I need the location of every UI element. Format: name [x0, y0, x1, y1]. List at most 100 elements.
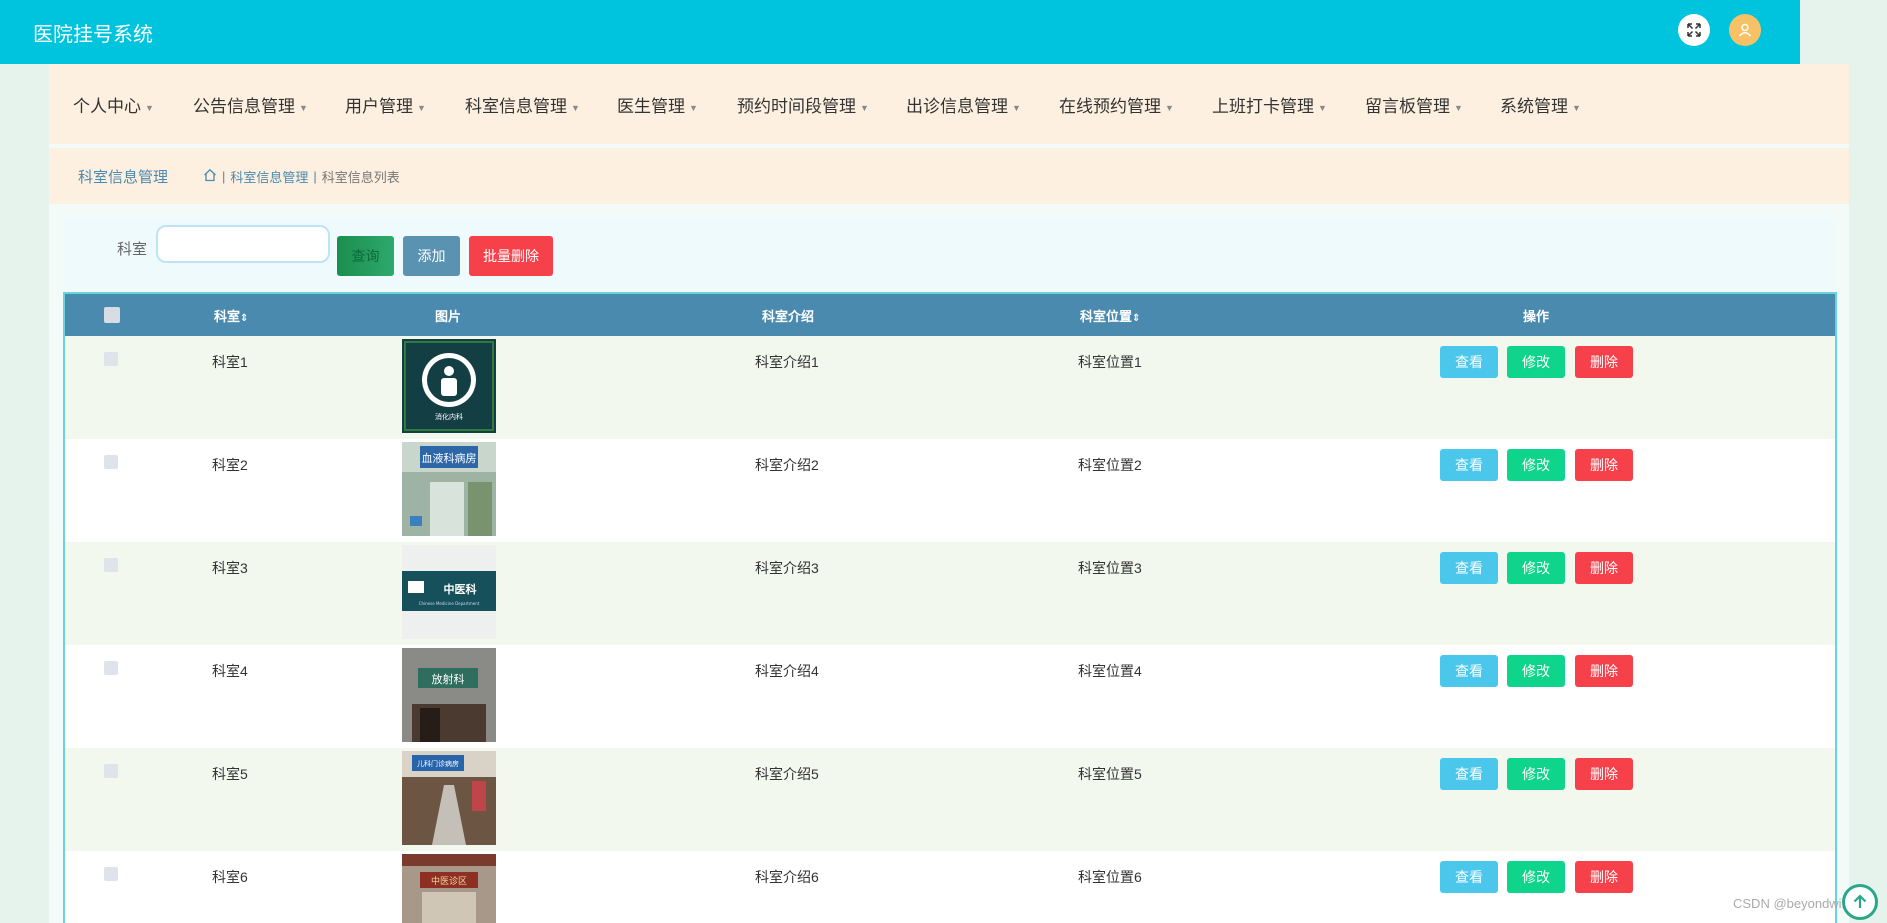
delete-button[interactable]: 删除 [1575, 758, 1633, 790]
chevron-down-icon: ▼ [1572, 102, 1581, 113]
nav-item-department[interactable]: 科室信息管理 ▼ [465, 92, 580, 117]
dept-cell: 科室1 [212, 354, 248, 370]
nav-item-users[interactable]: 用户管理 ▼ [345, 92, 426, 117]
column-location[interactable]: 科室位置⇕ [1080, 306, 1140, 325]
arrow-up-icon[interactable] [1842, 884, 1878, 920]
query-button[interactable]: 查询 [337, 236, 394, 276]
edit-button[interactable]: 修改 [1507, 552, 1565, 584]
dept-cell: 科室4 [212, 663, 248, 679]
nav-item-checkin[interactable]: 上班打卡管理 ▼ [1212, 92, 1327, 117]
department-image: 消化内科 [402, 339, 496, 433]
view-button[interactable]: 查看 [1440, 861, 1498, 893]
intro-cell: 科室介绍3 [755, 560, 819, 576]
breadcrumb: | 科室信息管理 | 科室信息列表 [203, 167, 400, 186]
svg-text:放射科: 放射科 [432, 672, 465, 686]
location-cell: 科室位置1 [1078, 354, 1142, 370]
chevron-down-icon: ▼ [299, 102, 308, 113]
row-checkbox[interactable] [104, 352, 118, 366]
view-button[interactable]: 查看 [1440, 655, 1498, 687]
sort-icon: ⇕ [240, 313, 249, 324]
nav-item-personal[interactable]: 个人中心 ▼ [73, 92, 154, 117]
intro-cell: 科室介绍6 [755, 869, 819, 885]
breadcrumb-level2: 科室信息列表 [321, 170, 400, 185]
chevron-down-icon: ▼ [689, 102, 698, 113]
dept-cell: 科室3 [212, 560, 248, 576]
breadcrumb-level1[interactable]: 科室信息管理 [230, 167, 308, 186]
intro-cell: 科室介绍1 [755, 354, 819, 370]
svg-text:血液科病房: 血液科病房 [422, 451, 477, 465]
table-row: 科室2 血液科病房 科室介绍2 科室位置2 查看 修改 删除 [65, 439, 1835, 542]
table-row: 科室6 中医诊区 科室介绍6 科室位置6 查看 修改 删除 [65, 851, 1835, 923]
edit-button[interactable]: 修改 [1507, 758, 1565, 790]
location-cell: 科室位置2 [1078, 457, 1142, 473]
nav-item-doctor[interactable]: 医生管理 ▼ [617, 92, 698, 117]
nav-item-timeslot[interactable]: 预约时间段管理 ▼ [737, 92, 869, 117]
svg-text:中医科: 中医科 [444, 582, 477, 596]
search-label: 科室 [117, 241, 148, 258]
chevron-down-icon: ▼ [145, 102, 154, 113]
batch-delete-button[interactable]: 批量删除 [469, 236, 553, 276]
chevron-down-icon: ▼ [1165, 102, 1174, 113]
intro-cell: 科室介绍5 [755, 766, 819, 782]
dept-cell: 科室6 [212, 869, 248, 885]
delete-button[interactable]: 删除 [1575, 552, 1633, 584]
app-title: 医院挂号系统 [33, 24, 153, 46]
dept-cell: 科室2 [212, 457, 248, 473]
chevron-down-icon: ▼ [1454, 102, 1463, 113]
add-button[interactable]: 添加 [403, 236, 460, 276]
row-checkbox[interactable] [104, 867, 118, 881]
table-header: 科室⇕ 图片 科室介绍 科室位置⇕ 操作 [65, 294, 1835, 336]
location-cell: 科室位置3 [1078, 560, 1142, 576]
expand-icon[interactable] [1678, 14, 1710, 46]
row-checkbox[interactable] [104, 455, 118, 469]
table-row: 科室4 放射科 科室介绍4 科室位置4 查看 修改 删除 [65, 645, 1835, 748]
delete-button[interactable]: 删除 [1575, 449, 1633, 481]
edit-button[interactable]: 修改 [1507, 861, 1565, 893]
chevron-down-icon: ▼ [1318, 102, 1327, 113]
page-title: 科室信息管理 [78, 169, 169, 186]
edit-button[interactable]: 修改 [1507, 449, 1565, 481]
table-row: 科室3 中医科 Chinese Medicine Department 科室介绍… [65, 542, 1835, 645]
table-row: 科室1 消化内科 科室介绍1 科室位置1 查看 修改 删除 [65, 336, 1835, 439]
department-image: 中医诊区 [402, 854, 496, 923]
row-checkbox[interactable] [104, 661, 118, 675]
column-actions: 操作 [1523, 309, 1550, 324]
row-checkbox[interactable] [104, 764, 118, 778]
search-input[interactable] [156, 225, 330, 263]
edit-button[interactable]: 修改 [1507, 346, 1565, 378]
edit-button[interactable]: 修改 [1507, 655, 1565, 687]
view-button[interactable]: 查看 [1440, 449, 1498, 481]
department-table: 科室⇕ 图片 科室介绍 科室位置⇕ 操作 科室1 消化内科 科室介绍1 科室位置… [63, 292, 1837, 923]
delete-button[interactable]: 删除 [1575, 346, 1633, 378]
home-icon[interactable] [203, 168, 217, 185]
user-icon[interactable] [1729, 14, 1761, 46]
column-intro: 科室介绍 [762, 309, 815, 324]
location-cell: 科室位置4 [1078, 663, 1142, 679]
svg-text:Chinese Medicine Department: Chinese Medicine Department [419, 601, 480, 606]
nav-item-appointment[interactable]: 在线预约管理 ▼ [1059, 92, 1174, 117]
view-button[interactable]: 查看 [1440, 758, 1498, 790]
nav-item-messages[interactable]: 留言板管理 ▼ [1365, 92, 1463, 117]
nav-item-notice[interactable]: 公告信息管理 ▼ [193, 92, 308, 117]
chevron-down-icon: ▼ [1012, 102, 1021, 113]
row-checkbox[interactable] [104, 558, 118, 572]
delete-button[interactable]: 删除 [1575, 655, 1633, 687]
intro-cell: 科室介绍4 [755, 663, 819, 679]
top-header [0, 0, 1800, 64]
view-button[interactable]: 查看 [1440, 552, 1498, 584]
department-image: 血液科病房 [402, 442, 496, 536]
chevron-down-icon: ▼ [571, 102, 580, 113]
column-image: 图片 [435, 309, 462, 324]
location-cell: 科室位置6 [1078, 869, 1142, 885]
nav-item-system[interactable]: 系统管理 ▼ [1500, 92, 1581, 117]
view-button[interactable]: 查看 [1440, 346, 1498, 378]
delete-button[interactable]: 删除 [1575, 861, 1633, 893]
chevron-down-icon: ▼ [860, 102, 869, 113]
department-image: 儿科门诊病房 [402, 751, 496, 845]
svg-text:中医诊区: 中医诊区 [431, 875, 467, 887]
column-dept[interactable]: 科室⇕ [214, 306, 248, 325]
nav-item-visit[interactable]: 出诊信息管理 ▼ [906, 92, 1021, 117]
dept-cell: 科室5 [212, 766, 248, 782]
select-all-checkbox[interactable] [104, 307, 120, 323]
department-image: 放射科 [402, 648, 496, 742]
